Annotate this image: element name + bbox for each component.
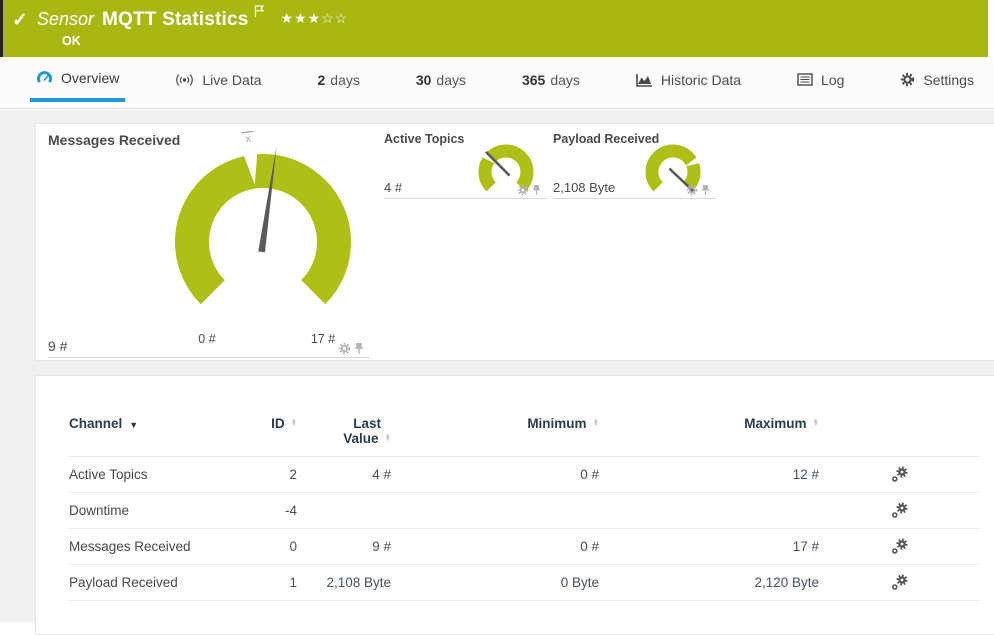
channel-minimum: 0 #: [391, 467, 599, 482]
broadcast-icon: [175, 73, 194, 87]
priority-star-rating[interactable]: ★★★☆☆: [281, 10, 349, 27]
channel-id: 1: [229, 575, 297, 590]
channel-minimum: 0 Byte: [391, 575, 599, 590]
gauge-scale-min: 0 #: [198, 332, 215, 346]
primary-gauge: x 0 # 17 #: [138, 122, 388, 350]
sort-icon: ▲▼: [813, 419, 819, 427]
column-header-minimum[interactable]: Minimum▲▼: [391, 416, 599, 431]
table-header-row: Channel▼ ID▲▼ Last Value▲▼ Minimum▲▼ Max…: [69, 416, 979, 457]
pin-icon[interactable]: [532, 184, 541, 196]
gear-icon[interactable]: [686, 184, 698, 196]
table-row: Active Topics 2 4 # 0 # 12 #: [69, 457, 979, 493]
channel-name: Payload Received: [69, 575, 229, 590]
gauge-value: 4 #: [384, 180, 402, 195]
channel-maximum: 12 #: [599, 467, 819, 482]
tab-number: 30: [416, 72, 432, 88]
column-header-last-value[interactable]: Last Value▲▼: [297, 416, 391, 446]
channel-maximum: 17 #: [599, 539, 819, 554]
tab-2-days[interactable]: 2 days: [311, 57, 365, 102]
chart-icon: [636, 73, 653, 87]
channel-settings-icon[interactable]: [891, 538, 908, 555]
channel-settings-icon[interactable]: [891, 574, 908, 591]
channel-name: Downtime: [69, 503, 229, 518]
sort-icon: ▲▼: [593, 419, 599, 427]
log-icon: [797, 73, 813, 86]
sort-icon: ▲▼: [291, 419, 297, 427]
channel-id: -4: [229, 503, 297, 518]
pin-icon[interactable]: [354, 342, 364, 355]
channel-last-value: 4 #: [297, 467, 391, 482]
tab-label: days: [436, 72, 466, 88]
tab-label: days: [330, 72, 360, 88]
stars-empty: ☆☆: [321, 10, 348, 26]
gear-icon[interactable]: [517, 184, 529, 196]
tab-label: Overview: [61, 70, 119, 86]
gauges-panel: Messages Received x 0 # 17 # 9 #: [35, 123, 994, 361]
gauge-value: 2,108 Byte: [553, 180, 615, 195]
column-header-maximum[interactable]: Maximum▲▼: [599, 416, 819, 431]
channel-last-value: 9 #: [297, 539, 391, 554]
tab-label: Live Data: [202, 72, 261, 88]
mini-tile-active-topics: Active Topics 4 #: [384, 132, 547, 199]
stars-filled: ★★★: [281, 10, 322, 26]
overview-content: Messages Received x 0 # 17 # 9 #: [0, 110, 994, 622]
tab-label: Log: [821, 72, 844, 88]
tab-label: Settings: [923, 72, 974, 88]
gear-icon: [900, 72, 915, 87]
caret-down-icon: ▼: [129, 420, 138, 430]
tab-log[interactable]: Log: [791, 57, 850, 102]
channel-id: 2: [229, 467, 297, 482]
channel-name: Active Topics: [69, 467, 229, 482]
channel-minimum: 0 #: [391, 539, 599, 554]
sort-icon: ▲▼: [385, 434, 391, 442]
tab-live-data[interactable]: Live Data: [169, 57, 267, 102]
tab-label: days: [550, 72, 580, 88]
tab-bar: Overview Live Data 2 days 30 days 365 da…: [0, 57, 994, 109]
tab-historic-data[interactable]: Historic Data: [630, 57, 747, 102]
tab-label: Historic Data: [661, 72, 741, 88]
table-row: Downtime -4: [69, 493, 979, 529]
channel-name: Messages Received: [69, 539, 229, 554]
ok-check-icon: ✓: [12, 9, 28, 32]
gauge-icon: [36, 70, 53, 85]
page-title: MQTT Statistics: [102, 9, 249, 31]
status-badge: OK: [0, 31, 988, 48]
tab-number: 365: [522, 72, 545, 88]
tab-365-days[interactable]: 365 days: [516, 57, 586, 102]
channel-settings-icon[interactable]: [891, 502, 908, 519]
channel-last-value: 2,108 Byte: [297, 575, 391, 590]
gauge-value: 9 #: [48, 338, 67, 354]
mini-tile-payload-received: Payload Received 2,108 Byte: [553, 132, 716, 199]
primary-channel-tile: Messages Received x 0 # 17 # 9 #: [48, 132, 370, 358]
tab-overview[interactable]: Overview: [30, 57, 125, 102]
table-row: Payload Received 1 2,108 Byte 0 Byte 2,1…: [69, 565, 979, 601]
tab-number: 2: [317, 72, 325, 88]
column-header-id[interactable]: ID▲▼: [229, 416, 297, 431]
channel-maximum: 2,120 Byte: [599, 575, 819, 590]
window-edge: [0, 0, 3, 57]
channel-settings-icon[interactable]: [891, 466, 908, 483]
sensor-status-header: ✓ Sensor MQTT Statistics ★★★☆☆ OK: [0, 0, 988, 57]
channel-table: Channel▼ ID▲▼ Last Value▲▼ Minimum▲▼ Max…: [69, 416, 979, 601]
tab-30-days[interactable]: 30 days: [410, 57, 472, 102]
svg-text:x: x: [245, 133, 253, 146]
pin-icon[interactable]: [701, 184, 710, 196]
gear-icon[interactable]: [338, 342, 351, 355]
object-kind-label: Sensor: [37, 9, 94, 30]
column-header-channel[interactable]: Channel▼: [69, 416, 229, 431]
table-row: Messages Received 0 9 # 0 # 17 #: [69, 529, 979, 565]
tab-settings[interactable]: Settings: [894, 57, 980, 102]
channel-table-panel: Channel▼ ID▲▼ Last Value▲▼ Minimum▲▼ Max…: [35, 375, 994, 635]
gauge-scale-max: 17 #: [311, 332, 335, 346]
flag-icon[interactable]: [254, 5, 265, 23]
channel-id: 0: [229, 539, 297, 554]
